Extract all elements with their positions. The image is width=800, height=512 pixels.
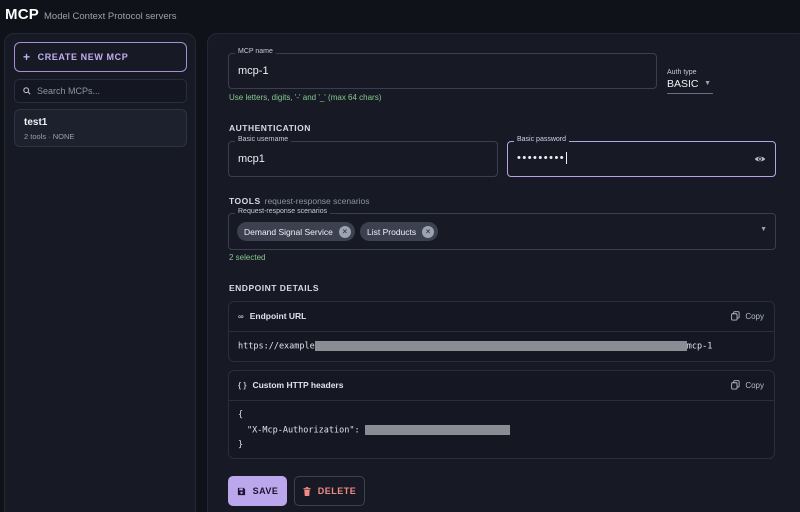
code-braces-icon: { } xyxy=(238,380,247,390)
scenarios-select-field[interactable]: Request-response scenarios Demand Signal… xyxy=(228,208,776,250)
password-masked-value: ••••••••• xyxy=(517,152,568,165)
copy-headers-button[interactable]: Copy xyxy=(731,380,764,390)
save-icon xyxy=(237,487,245,495)
basic-username-field[interactable]: Basic username mcp1 xyxy=(228,136,498,177)
eye-icon[interactable] xyxy=(754,153,766,165)
search-input[interactable] xyxy=(37,86,177,96)
endpoint-details-heading: ENDPOINT DETAILS xyxy=(229,283,320,293)
copy-label: Copy xyxy=(745,380,764,390)
chip-label: Demand Signal Service xyxy=(244,226,333,237)
custom-headers-card-header: { } Custom HTTP headers Copy xyxy=(229,371,774,401)
endpoint-url-title: Endpoint URL xyxy=(249,311,307,321)
auth-type-select[interactable]: BASIC ▼ xyxy=(667,78,713,94)
mcp-name-label: MCP name xyxy=(235,48,276,55)
redacted-block xyxy=(364,425,510,435)
endpoint-url-card: ∞ Endpoint URL Copy https://example mcp-1 xyxy=(228,301,775,362)
delete-label: DELETE xyxy=(317,486,357,496)
copy-icon xyxy=(731,380,740,390)
custom-headers-title: Custom HTTP headers xyxy=(252,380,344,390)
link-icon: ∞ xyxy=(238,311,244,321)
remove-chip-icon[interactable]: × xyxy=(422,225,435,238)
chevron-down-icon: ▼ xyxy=(704,80,711,87)
app-subtitle: Model Context Protocol servers xyxy=(44,11,177,22)
endpoint-url-card-header: ∞ Endpoint URL Copy xyxy=(229,302,774,332)
authentication-heading: AUTHENTICATION xyxy=(229,123,311,133)
mcp-item-name: test1 xyxy=(24,117,48,128)
search-box xyxy=(14,79,187,103)
selected-count: 2 selected xyxy=(229,253,266,262)
basic-password-field[interactable]: Basic password ••••••••• xyxy=(507,136,776,177)
chip-demand-signal-service[interactable]: Demand Signal Service × xyxy=(237,222,355,241)
copy-url-button[interactable]: Copy xyxy=(731,311,764,321)
mcp-item-meta: 2 tools · NONE xyxy=(24,132,75,141)
mcp-name-value: mcp-1 xyxy=(238,65,269,77)
sidebar: + CREATE NEW MCP test1 2 tools · NONE xyxy=(4,33,196,512)
redacted-block xyxy=(314,341,687,351)
top-bar: MCP Model Context Protocol servers xyxy=(0,0,800,32)
main-panel: MCP name mcp-1 Use letters, digits, '-' … xyxy=(207,33,800,512)
basic-username-label: Basic username xyxy=(235,136,292,143)
mcp-name-hint: Use letters, digits, '-' and '_' (max 64… xyxy=(229,93,382,102)
mcp-list-item[interactable]: test1 2 tools · NONE xyxy=(14,109,187,147)
app-title: MCP xyxy=(5,6,39,23)
plus-icon: + xyxy=(23,50,31,64)
tools-subtitle: request-response scenarios xyxy=(264,196,370,206)
copy-icon xyxy=(731,311,740,321)
basic-password-label: Basic password xyxy=(514,136,570,143)
header-key: "X-Mcp-Authorization": xyxy=(247,425,360,436)
trash-icon xyxy=(303,486,311,496)
endpoint-url-value[interactable]: https://example mcp-1 xyxy=(238,341,712,352)
auth-type-label: Auth type xyxy=(667,69,697,76)
search-icon xyxy=(23,87,31,95)
save-button[interactable]: SAVE xyxy=(228,476,287,506)
tools-heading: TOOLS request-response scenarios xyxy=(229,196,370,206)
basic-username-value: mcp1 xyxy=(238,153,265,165)
copy-label: Copy xyxy=(745,311,764,321)
remove-chip-icon[interactable]: × xyxy=(338,225,351,238)
save-label: SAVE xyxy=(252,486,279,496)
tools-title: TOOLS xyxy=(229,196,261,206)
scenarios-label: Request-response scenarios xyxy=(235,208,331,215)
chevron-down-icon[interactable]: ▼ xyxy=(760,226,767,233)
mcp-name-field[interactable]: MCP name mcp-1 xyxy=(228,48,657,89)
chip-label: List Products xyxy=(367,226,417,237)
auth-type-value: BASIC xyxy=(667,78,699,90)
custom-headers-card: { } Custom HTTP headers Copy { "X-Mcp-Au… xyxy=(228,370,775,459)
chip-list-products[interactable]: List Products × xyxy=(360,222,439,241)
header-line[interactable]: "X-Mcp-Authorization": xyxy=(247,425,510,436)
create-new-mcp-button[interactable]: + CREATE NEW MCP xyxy=(14,42,187,72)
delete-button[interactable]: DELETE xyxy=(294,476,365,506)
create-button-label: CREATE NEW MCP xyxy=(37,52,129,62)
headers-open-brace: { xyxy=(238,410,244,420)
headers-close-brace: } xyxy=(238,440,244,450)
